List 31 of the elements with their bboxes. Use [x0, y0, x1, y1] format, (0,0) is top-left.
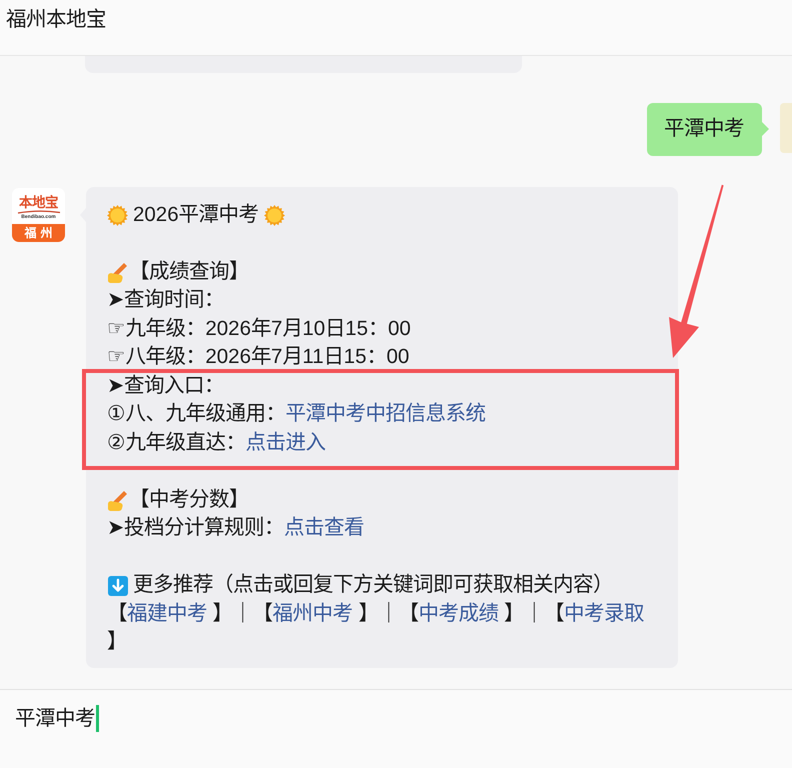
message-text: ➤查询入口： — [107, 372, 226, 399]
logo-city-label: 福州 — [12, 224, 65, 242]
message-text: ➤查询时间： — [107, 287, 226, 314]
section-heading: 【成绩查询】 — [129, 258, 249, 285]
link[interactable]: 点击查看 — [284, 516, 364, 540]
link[interactable]: 平潭中考中招信息系统 — [285, 402, 486, 426]
chat-title: 福州本地宝 — [6, 7, 106, 33]
sun-icon — [107, 204, 128, 226]
text-cursor — [96, 705, 99, 732]
logo-swoosh-icon — [16, 210, 60, 214]
link[interactable]: 点击进入 — [245, 430, 326, 454]
message-bubble: 平潭中考 — [646, 103, 762, 156]
message-text: ➤投档分计算规则：点击查看 — [107, 515, 366, 542]
section-heading: 更多推荐（点击或回复下方关键词即可获取相关内容） — [133, 572, 613, 598]
message-text: 【福建中考 】｜【福州中考 】｜【中考成绩 】｜【中考录取 】 — [107, 600, 646, 656]
message-title: 2026平潭中考 — [133, 202, 259, 228]
section-heading: 【中考分数】 — [129, 486, 249, 513]
message-text: ☞九年级：2026年7月10日15：00 — [107, 316, 412, 342]
writing-hand-icon — [107, 262, 128, 282]
logo-text: 本地宝 — [19, 196, 58, 210]
avatar-placeholder — [780, 103, 792, 153]
message-text: ①八、九年级通用：平潭中考中招信息系统 — [107, 401, 486, 428]
link[interactable]: 中考成绩 — [418, 602, 498, 625]
link[interactable]: 中考录取 — [564, 602, 644, 625]
link[interactable]: 福州中考 — [272, 602, 353, 625]
link[interactable]: 福建中考 — [127, 602, 207, 625]
bubble-tail-icon — [762, 122, 769, 136]
writing-hand-icon — [107, 490, 128, 510]
message-text: ②九年级直达：点击进入 — [107, 430, 326, 456]
message-text: ☞八年级：2026年7月11日15：00 — [107, 344, 410, 370]
sun-icon — [264, 204, 285, 226]
